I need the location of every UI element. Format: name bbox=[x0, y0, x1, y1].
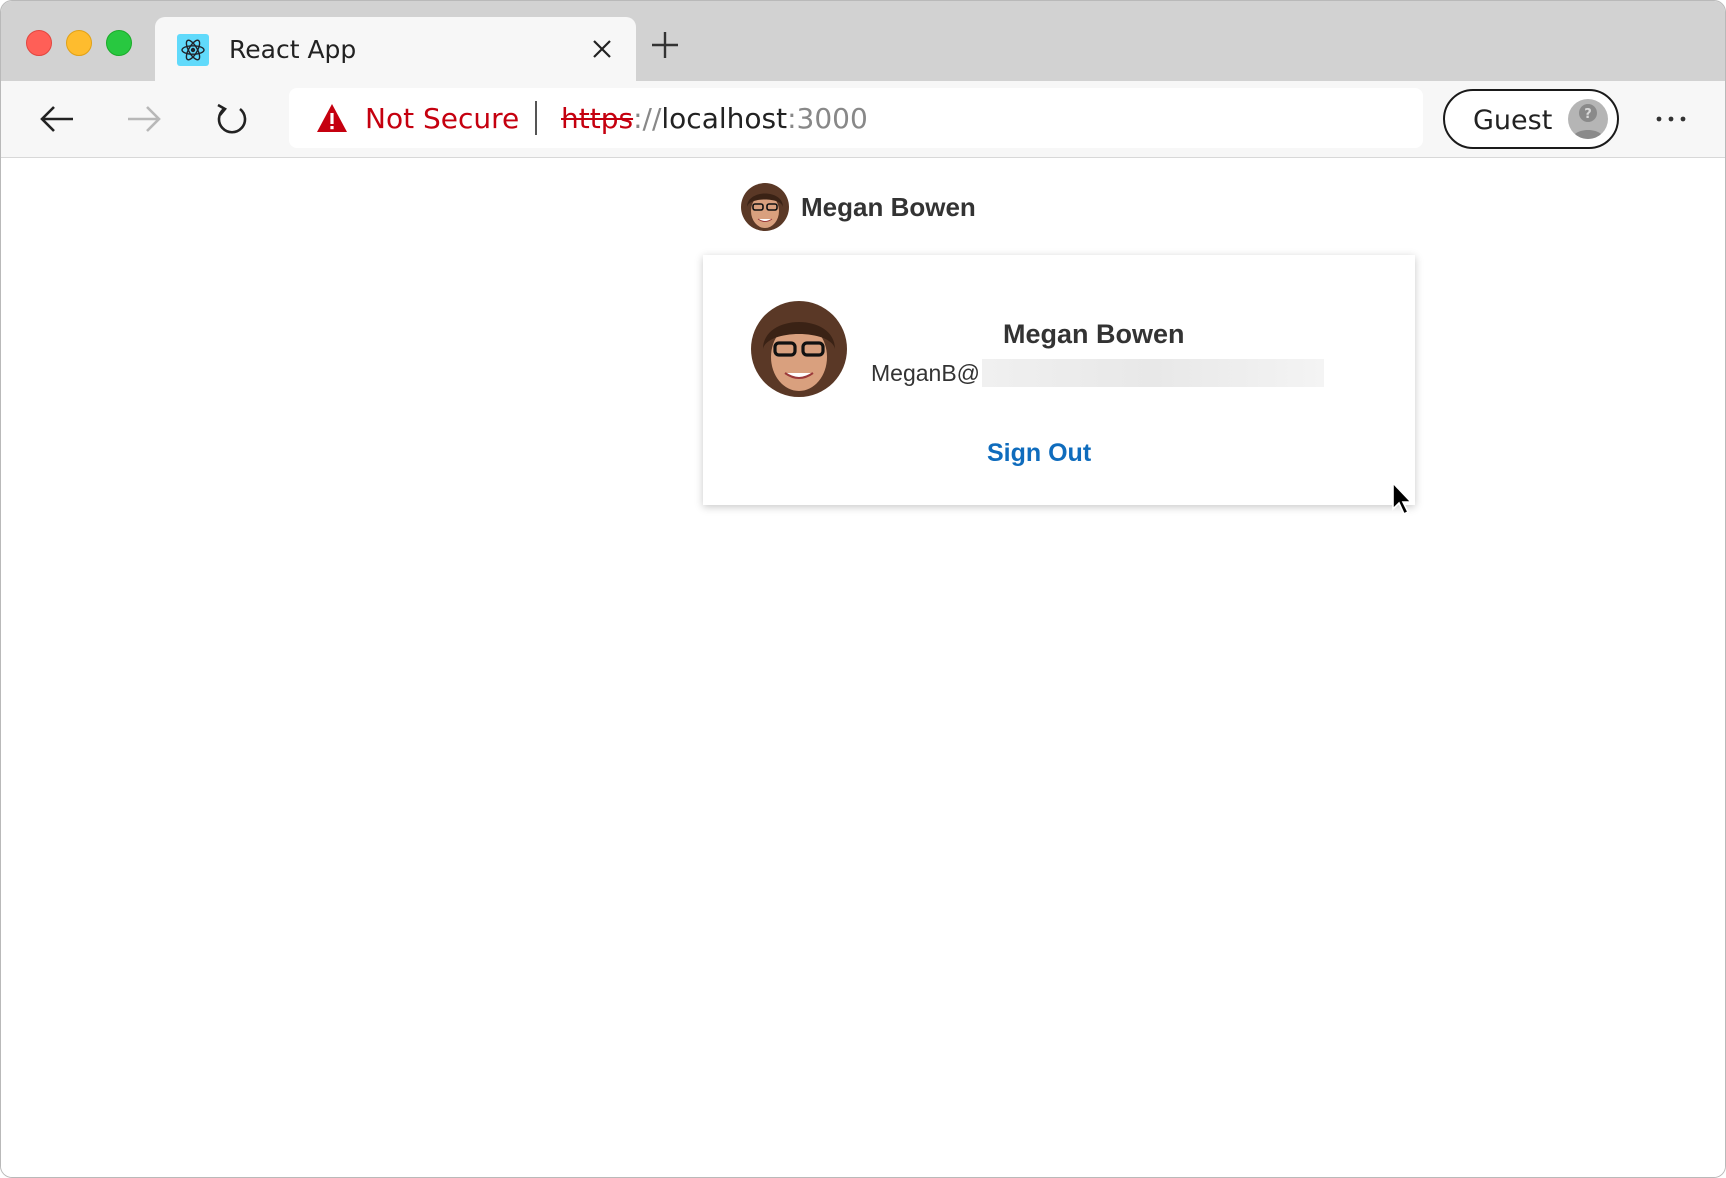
page-content: Megan Bowen Megan Bowen MeganB@ Sign Out bbox=[1, 159, 1725, 1177]
close-tab-icon[interactable] bbox=[586, 33, 618, 65]
tab-title: React App bbox=[229, 35, 357, 64]
url-scheme: https bbox=[561, 102, 634, 135]
forward-button[interactable] bbox=[122, 97, 166, 141]
url-port: :3000 bbox=[787, 102, 868, 135]
browser-toolbar: Not Secure https://localhost:3000 Guest … bbox=[1, 81, 1725, 158]
plus-icon bbox=[652, 32, 678, 58]
ellipsis-icon bbox=[1656, 116, 1686, 122]
url-host: localhost bbox=[661, 102, 788, 135]
address-divider bbox=[535, 101, 537, 135]
user-display-name: Megan Bowen bbox=[801, 191, 976, 222]
user-avatar-large bbox=[751, 301, 847, 397]
svg-text:?: ? bbox=[1584, 107, 1592, 122]
email-text: MeganB@ bbox=[871, 359, 981, 386]
mouse-pointer-icon bbox=[1392, 481, 1413, 516]
back-button[interactable] bbox=[35, 97, 79, 141]
address-bar[interactable]: Not Secure https://localhost:3000 bbox=[289, 88, 1423, 148]
login-button[interactable]: Megan Bowen bbox=[741, 181, 976, 233]
more-options-button[interactable] bbox=[1651, 99, 1691, 139]
react-logo-icon bbox=[177, 34, 209, 66]
profile-button[interactable]: Guest ? bbox=[1443, 89, 1619, 149]
account-flyout: Megan Bowen MeganB@ Sign Out bbox=[703, 255, 1415, 505]
new-tab-button[interactable] bbox=[647, 27, 683, 63]
security-status[interactable]: Not Secure bbox=[365, 102, 519, 135]
maximize-window-button[interactable] bbox=[106, 30, 132, 56]
url-text[interactable]: https://localhost:3000 bbox=[561, 102, 868, 135]
flyout-user-email: MeganB@ bbox=[871, 359, 1325, 387]
flyout-user-name: Megan Bowen bbox=[1003, 319, 1185, 349]
url-separator: :// bbox=[633, 102, 662, 135]
arrow-right-icon bbox=[128, 106, 161, 132]
email-redaction bbox=[982, 359, 1325, 387]
reload-icon bbox=[217, 103, 247, 134]
guest-avatar-icon: ? bbox=[1568, 99, 1608, 139]
profile-label: Guest bbox=[1473, 105, 1553, 136]
user-avatar bbox=[741, 183, 789, 231]
tab-react-app[interactable]: React App bbox=[155, 17, 636, 81]
reload-button[interactable] bbox=[210, 97, 254, 141]
sign-out-link[interactable]: Sign Out bbox=[987, 439, 1091, 468]
warning-icon[interactable] bbox=[316, 103, 348, 133]
browser-window: React App Not Secure https://localhost:3… bbox=[0, 0, 1726, 1178]
tab-strip: React App bbox=[1, 1, 1725, 81]
minimize-window-button[interactable] bbox=[66, 30, 92, 56]
close-window-button[interactable] bbox=[26, 30, 52, 56]
arrow-left-icon bbox=[40, 106, 73, 132]
